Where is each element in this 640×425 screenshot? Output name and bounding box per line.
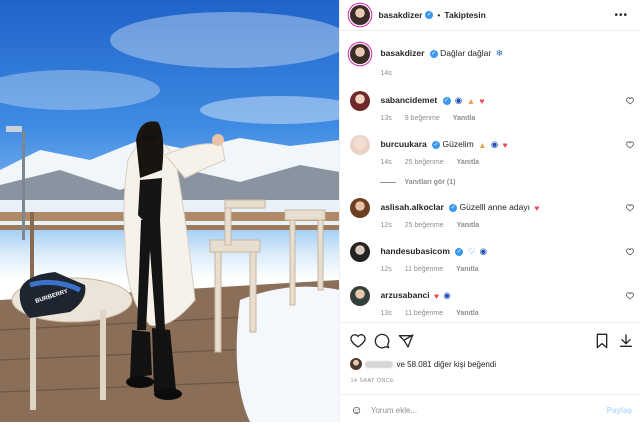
like-comment-heart-icon[interactable] <box>626 141 634 149</box>
verified-icon: ✓ <box>432 140 441 149</box>
commenter-avatar[interactable] <box>350 198 371 218</box>
add-comment-bar: ☺ Yorum ekle... Paylaş <box>340 394 640 425</box>
comment-time: 12s <box>380 266 392 273</box>
caption-time: 14s <box>380 70 392 77</box>
comment-text: Güzelim <box>442 139 474 149</box>
nazar-icon: ◉ <box>479 246 488 257</box>
blurred-liker-name <box>365 360 394 368</box>
comment-meta: 12s 25 beğenme Yanıtla <box>380 222 479 229</box>
comment-likes[interactable]: 11 beğenme <box>405 310 443 317</box>
red-heart-icon: ♥ <box>502 139 508 150</box>
comment-meta: 14s 25 beğenme Yanıtla <box>380 159 479 166</box>
reply-button[interactable]: Yanıtla <box>453 115 476 122</box>
verified-icon: ✓ <box>429 49 438 58</box>
comment-username[interactable]: aslisah.alkoclar <box>380 202 443 212</box>
post-actions: ve 58.081 diğer kişi beğendi 14 SAAT ÖNC… <box>340 322 640 423</box>
verified-icon: ✓ <box>425 11 434 19</box>
verified-icon: ✓ <box>449 203 458 212</box>
posted-time: 14 SAAT ÖNCE <box>350 378 395 384</box>
like-comment-heart-icon[interactable] <box>626 248 634 256</box>
like-comment-heart-icon[interactable] <box>626 204 634 212</box>
author-avatar[interactable] <box>350 5 371 25</box>
comment-time: 13s <box>380 310 392 317</box>
blue-heart-icon: ♡ <box>467 246 476 257</box>
save-bookmark-icon[interactable] <box>594 333 610 349</box>
caption-meta: 14s <box>380 70 402 77</box>
comment-likes[interactable]: 11 beğenme <box>405 266 443 273</box>
download-icon[interactable] <box>618 333 634 349</box>
red-heart-icon: ♥ <box>433 290 440 301</box>
add-comment-input[interactable]: Yorum ekle... <box>371 406 417 415</box>
like-comment-heart-icon[interactable] <box>626 292 634 300</box>
commenter-avatar[interactable] <box>350 91 371 111</box>
comment-likes[interactable]: 9 beğenme <box>405 115 440 122</box>
emoji-smiley-icon[interactable]: ☺ <box>350 403 362 417</box>
reply-button[interactable]: Yanıtla <box>457 222 480 229</box>
reply-button[interactable]: Yanıtla <box>456 310 479 317</box>
comment-meta: 13s 9 beğenme Yanıtla <box>380 115 475 122</box>
comment-username[interactable]: sabancidemet <box>380 95 437 105</box>
red-heart-icon: ♥ <box>479 95 485 106</box>
like-heart-icon[interactable] <box>350 333 367 349</box>
comment-time: 12s <box>380 222 392 229</box>
post-comment-button[interactable]: Paylaş <box>607 406 632 415</box>
red-heart-icon: ♥ <box>534 202 540 213</box>
author-username[interactable]: basakdizer <box>378 10 422 20</box>
comment-time: 14s <box>380 159 392 166</box>
reply-button[interactable]: Yanıtla <box>457 159 480 166</box>
nazar-icon: ◉ <box>454 95 463 106</box>
commenter-avatar[interactable] <box>350 242 371 262</box>
commenter-avatar[interactable] <box>350 286 371 306</box>
more-options-icon[interactable]: ••• <box>614 10 628 21</box>
comment-row: aslisah.alkoclar ✓ Güzelll anne adayı ♥ <box>350 198 632 218</box>
view-replies[interactable]: Yanıtları gör (1) <box>380 179 455 186</box>
comment-username[interactable]: burcuukara <box>380 139 426 149</box>
comment-row: handesubasicom ✓ ♡ ◉ <box>350 242 632 262</box>
follow-status[interactable]: Takiptesin <box>444 10 485 20</box>
comment-time: 13s <box>380 115 392 122</box>
post-side-panel: basakdizer ✓ • Takiptesin ••• basakdizer… <box>339 0 640 422</box>
post-photo[interactable]: BURBERRY <box>0 0 340 422</box>
praying-hands-icon: ▲ <box>478 139 487 150</box>
comment-username[interactable]: handesubasicom <box>380 246 449 256</box>
nazar-icon: ◉ <box>443 290 451 301</box>
view-replies-label[interactable]: Yanıtları gör (1) <box>404 179 455 186</box>
comment-meta: 13s 11 beğenme Yanıtla <box>380 310 478 317</box>
comment-likes[interactable]: 25 beğenme <box>405 159 444 166</box>
reply-button[interactable]: Yanıtla <box>456 266 479 273</box>
comment-row: burcuukara ✓ Güzelim ▲ ◉ ♥ <box>350 135 632 155</box>
comment-text: Güzelll anne adayı <box>459 202 530 212</box>
author-avatar[interactable] <box>350 44 371 64</box>
caption: basakdizer ✓ Dağlar dağlar ❄ <box>350 44 632 64</box>
view-replies-line <box>380 182 397 183</box>
liker-avatar <box>350 358 363 370</box>
like-comment-heart-icon[interactable] <box>626 97 634 105</box>
likes-count-text: ve 58.081 diğer kişi beğendi <box>396 359 497 369</box>
share-icon[interactable] <box>398 333 414 349</box>
comment-username[interactable]: arzusabanci <box>380 290 429 300</box>
comment-row: arzusabanci ♥ ◉ <box>350 286 632 306</box>
comment-likes[interactable]: 25 beğenme <box>405 222 444 229</box>
snow-scene-illustration: BURBERRY <box>0 12 340 422</box>
comment-icon[interactable] <box>374 333 390 349</box>
comment-row: sabancidemet ✓ ◉ ▲ ♥ <box>350 91 632 111</box>
nazar-icon: ◉ <box>490 139 499 150</box>
commenter-avatar[interactable] <box>350 135 371 155</box>
caption-username[interactable]: basakdizer <box>380 48 424 58</box>
post-header: basakdizer ✓ • Takiptesin ••• <box>340 0 640 31</box>
praying-hands-icon: ▲ <box>466 95 476 106</box>
separator-dot: • <box>437 10 441 20</box>
caption-text: Dağlar dağlar <box>440 48 492 58</box>
verified-icon: ✓ <box>455 247 464 256</box>
likes-summary[interactable]: ve 58.081 diğer kişi beğendi <box>350 358 496 370</box>
snowflake-icon: ❄ <box>495 48 504 59</box>
comment-meta: 12s 11 beğenme Yanıtla <box>380 266 478 273</box>
verified-icon: ✓ <box>442 96 451 105</box>
